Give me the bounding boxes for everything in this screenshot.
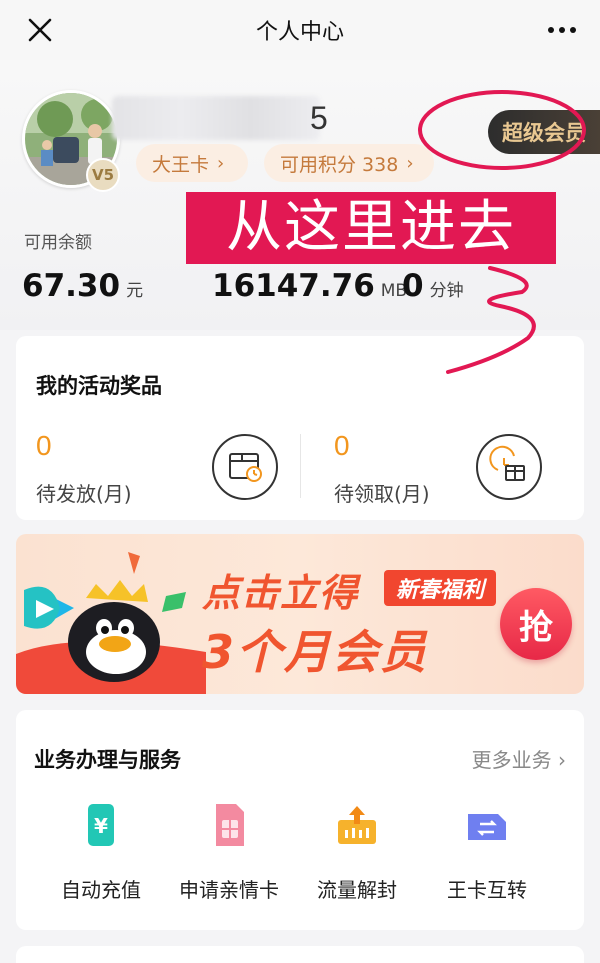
pending-claim-count: 0 (334, 430, 350, 461)
divider (300, 434, 301, 498)
data-unlock-icon (338, 806, 376, 844)
card-type-label: 大王卡 (152, 153, 210, 176)
minutes-unit: 分钟 (429, 281, 464, 301)
data-stat[interactable]: 16147.76 MB (212, 268, 407, 304)
nav-bar: 个人中心 (0, 0, 600, 60)
pending-issue-count: 0 (36, 430, 52, 461)
service-label: 流量解封 (317, 878, 397, 902)
more-services-link[interactable]: 更多业务 › (472, 744, 566, 773)
data-value: 16147.76 (212, 268, 375, 304)
card-type-pill[interactable]: 大王卡 › (136, 144, 248, 182)
gift-box-clock-icon[interactable] (212, 434, 278, 500)
services-title: 业务办理与服务 (34, 748, 181, 772)
service-label: 自动充值 (61, 878, 141, 902)
more-icon[interactable] (544, 16, 580, 44)
pending-issue-label[interactable]: 待发放(月) (36, 478, 132, 507)
svg-text:¥: ¥ (94, 814, 108, 838)
minutes-stat[interactable]: 0 分钟 (402, 268, 464, 304)
grab-button[interactable]: 抢 (500, 588, 572, 660)
banner-tag: 新春福利 (384, 570, 497, 606)
pending-claim-label[interactable]: 待领取(月) (334, 478, 430, 507)
promo-banner[interactable]: 点击立得 新春福利 3个月会员 抢 (16, 534, 584, 694)
service-label: 申请亲情卡 (179, 878, 279, 902)
super-vip-button[interactable]: 超级会员 (488, 110, 600, 154)
chevron-right-icon: › (217, 152, 225, 174)
service-data-unlock[interactable]: 流量解封 (292, 802, 422, 903)
page-title: 个人中心 (255, 20, 344, 45)
activity-title: 我的活动奖品 (36, 374, 162, 398)
penguin-mascot-icon (16, 552, 206, 694)
banner-headline: 点击立得 (202, 571, 359, 615)
super-vip-label: 超级会员 (502, 121, 586, 145)
service-auto-recharge[interactable]: ¥ 自动充值 (36, 802, 166, 903)
minutes-value: 0 (402, 268, 424, 304)
more-services-label: 更多业务 (471, 748, 552, 772)
username-redacted (112, 96, 320, 140)
yen-recharge-icon: ¥ (88, 804, 114, 846)
annotation-text: 从这里进去 (226, 195, 516, 260)
next-card (16, 946, 584, 963)
points-label: 可用积分 338 (280, 153, 399, 176)
points-pill[interactable]: 可用积分 338 › (264, 144, 434, 182)
banner-subheadline: 3个月会员 (202, 625, 429, 679)
balance-value: 67.30 (22, 268, 121, 304)
service-label: 王卡互转 (447, 878, 527, 902)
activity-card: 我的活动奖品 0 待发放(月) 0 待领取(月) (16, 336, 584, 520)
balance-label: 可用余额 (24, 233, 92, 253)
balance-stat[interactable]: 67.30 元 (22, 268, 143, 304)
balance-unit: 元 (126, 281, 144, 301)
service-card-transfer[interactable]: 王卡互转 (422, 802, 552, 903)
services-card: 业务办理与服务 更多业务 › ¥ 自动充值 申请亲情卡 流量解封 王卡互转 (16, 710, 584, 930)
chevron-right-icon: › (558, 748, 566, 772)
gift-clock-icon[interactable] (476, 434, 542, 500)
card-transfer-icon (468, 814, 506, 840)
sim-card-icon (216, 804, 244, 846)
level-badge: V5 (86, 158, 120, 192)
username: 5 (310, 100, 328, 136)
service-family-card[interactable]: 申请亲情卡 (164, 802, 294, 903)
chevron-right-icon: › (406, 152, 414, 174)
